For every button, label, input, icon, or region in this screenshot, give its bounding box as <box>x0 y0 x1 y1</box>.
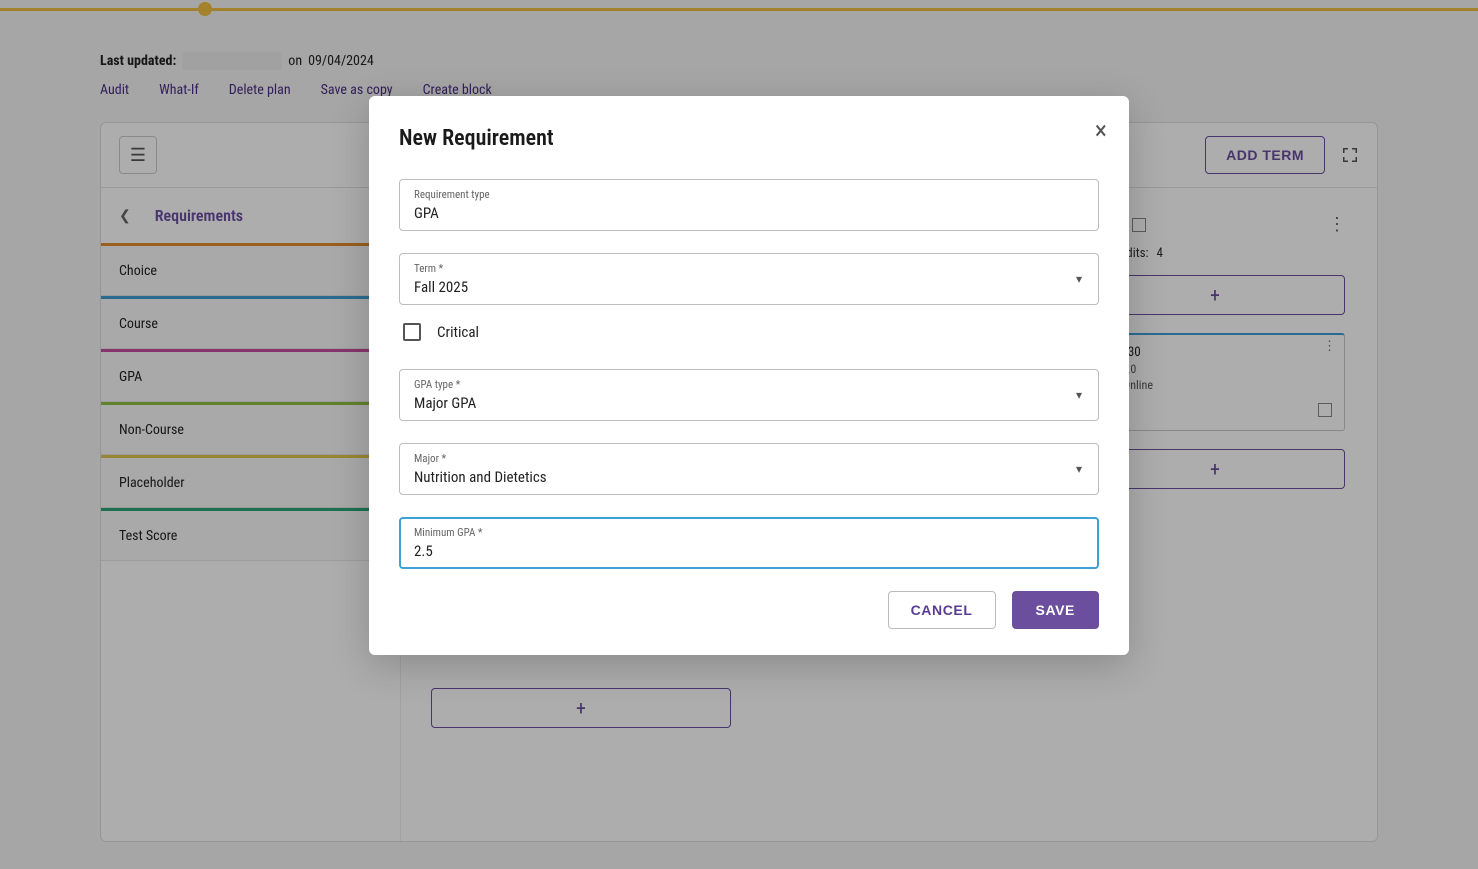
critical-label: Critical <box>437 323 479 341</box>
field-value: GPA <box>414 204 439 222</box>
minimum-gpa-field[interactable]: Minimum GPA * 2.5 <box>399 517 1099 569</box>
critical-row: Critical <box>403 323 1099 341</box>
modal-title: New Requirement <box>399 126 1099 151</box>
cancel-button[interactable]: CANCEL <box>888 591 996 629</box>
term-field[interactable]: Term * Fall 2025 ▾ <box>399 253 1099 305</box>
field-label: Minimum GPA * <box>414 526 1084 539</box>
save-button[interactable]: SAVE <box>1012 591 1100 629</box>
field-value: 2.5 <box>414 542 433 560</box>
major-field[interactable]: Major * Nutrition and Dietetics ▾ <box>399 443 1099 495</box>
field-value: Fall 2025 <box>414 278 468 296</box>
requirement-type-field[interactable]: Requirement type GPA <box>399 179 1099 231</box>
field-value: Major GPA <box>414 394 476 412</box>
new-requirement-modal: New Requirement × Requirement type GPA T… <box>369 96 1129 655</box>
critical-checkbox[interactable] <box>403 323 421 341</box>
gpa-type-field[interactable]: GPA type * Major GPA ▾ <box>399 369 1099 421</box>
field-label: Requirement type <box>414 188 1084 201</box>
close-icon[interactable]: × <box>1095 118 1107 144</box>
field-label: Major * <box>414 452 1084 465</box>
field-label: Term * <box>414 262 1084 275</box>
field-value: Nutrition and Dietetics <box>414 468 547 486</box>
field-label: GPA type * <box>414 378 1084 391</box>
